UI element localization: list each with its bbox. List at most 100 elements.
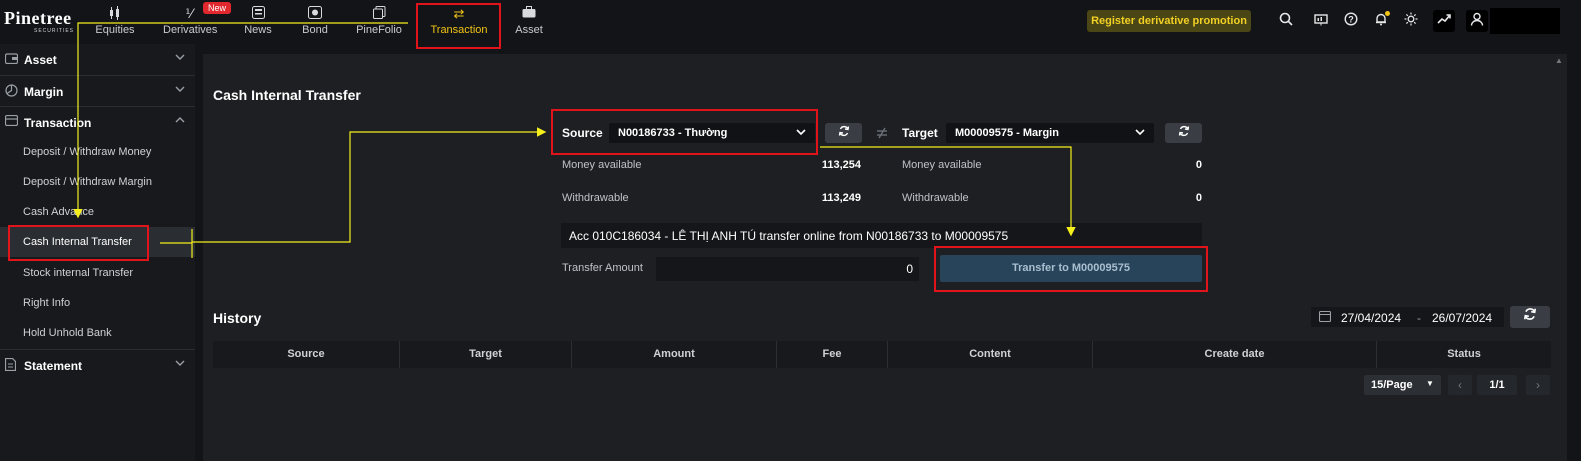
sidebar-section-statement[interactable]: Statement: [0, 350, 195, 380]
sidebar-item-deposit-withdraw-margin[interactable]: Deposit / Withdraw Margin: [0, 167, 195, 197]
bell-icon[interactable]: [1370, 10, 1392, 32]
document-icon: [4, 357, 17, 374]
bond-icon: [300, 6, 330, 22]
column-header-fee[interactable]: Fee: [777, 341, 888, 368]
nav-label: Derivatives: [163, 24, 218, 36]
sidebar-item-label: Cash Advance: [23, 206, 94, 218]
card-icon: [4, 114, 19, 129]
sidebar-item-hold-unhold-bank[interactable]: Hold Unhold Bank: [0, 318, 195, 348]
source-withdrawable-value: 113,249: [821, 192, 861, 204]
next-page-button[interactable]: ›: [1526, 375, 1550, 395]
target-account-select[interactable]: M00009575 - Margin: [946, 123, 1154, 143]
swap-icon[interactable]: [875, 127, 889, 142]
sidebar-section-margin[interactable]: Margin: [0, 76, 195, 106]
margin-icon: [5, 84, 18, 100]
source-account-value: N00186733 - Thường: [618, 127, 728, 139]
date-separator: -: [1417, 311, 1421, 325]
history-table-header: Source Target Amount Fee Content Create …: [213, 341, 1551, 368]
refresh-icon: [838, 125, 850, 140]
sidebar-item-label: Right Info: [23, 297, 71, 309]
target-money-available-label: Money available: [902, 159, 982, 171]
nav-bond[interactable]: Bond: [300, 6, 330, 38]
source-money-available-value: 113,254: [821, 159, 861, 171]
page-size-select[interactable]: 15/Page ▼: [1364, 375, 1441, 395]
history-title: History: [213, 310, 262, 326]
calendar-icon: [1318, 310, 1332, 325]
source-refresh-button[interactable]: [825, 123, 862, 143]
chevron-down-icon: [174, 51, 186, 66]
page-indicator: 1/1: [1477, 375, 1517, 395]
nav-transaction[interactable]: ⇄ Transaction: [428, 6, 490, 38]
user-account-box[interactable]: [1490, 8, 1560, 34]
briefcase-icon: [514, 6, 544, 22]
nav-label: PineFolio: [356, 24, 402, 36]
sidebar-item-label: Deposit / Withdraw Money: [23, 146, 152, 158]
help-icon[interactable]: ?: [1340, 10, 1362, 32]
svg-text:?: ?: [1348, 15, 1354, 25]
source-withdrawable-label: Withdrawable: [562, 192, 629, 204]
user-icon[interactable]: [1466, 10, 1488, 32]
sidebar-item-label: Cash Internal Transfer: [23, 236, 132, 248]
source-account-select[interactable]: N00186733 - Thường: [609, 123, 815, 143]
sidebar-section-label: Transaction: [24, 116, 92, 130]
nav-news[interactable]: News: [242, 6, 274, 38]
column-header-target[interactable]: Target: [400, 341, 572, 368]
transfer-amount-label: Transfer Amount: [562, 262, 643, 274]
column-header-source[interactable]: Source: [213, 341, 400, 368]
chevron-down-icon: [795, 126, 807, 141]
trend-icon[interactable]: [1433, 10, 1455, 32]
date-range-picker[interactable]: 27/04/2024 - 26/07/2024: [1311, 307, 1504, 327]
chart-board-icon[interactable]: [1310, 10, 1332, 32]
nav-label: Transaction: [430, 24, 488, 36]
nav-asset[interactable]: Asset: [514, 6, 544, 38]
transfer-submit-button[interactable]: Transfer to M00009575: [940, 255, 1202, 282]
chevron-up-icon: [174, 114, 186, 129]
prev-page-button[interactable]: ‹: [1448, 375, 1472, 395]
target-refresh-button[interactable]: [1165, 123, 1202, 143]
date-to-value: 26/07/2024: [1432, 311, 1493, 325]
sidebar-item-cash-advance[interactable]: Cash Advance: [0, 197, 195, 227]
target-money-available-value: 0: [1195, 159, 1202, 171]
target-withdrawable-value: 0: [1195, 192, 1202, 204]
caret-down-icon: ▼: [1426, 379, 1434, 388]
nav-label: Bond: [302, 24, 328, 36]
sidebar-item-label: Stock internal Transfer: [23, 267, 134, 279]
chevron-down-icon: [174, 83, 186, 98]
column-header-amount[interactable]: Amount: [572, 341, 777, 368]
page-size-value: 15/Page: [1371, 379, 1413, 391]
history-refresh-button[interactable]: [1510, 306, 1550, 328]
search-icon[interactable]: [1275, 10, 1297, 32]
column-header-create-date[interactable]: Create date: [1093, 341, 1377, 368]
refresh-icon: [1178, 125, 1190, 140]
nav-label: Equities: [95, 24, 135, 36]
nav-pinefolio[interactable]: PineFolio: [356, 6, 402, 38]
sidebar-item-deposit-withdraw-money[interactable]: Deposit / Withdraw Money: [0, 137, 195, 167]
candlestick-icon: [95, 6, 135, 22]
register-promotion-button[interactable]: Register derivative promotion: [1087, 10, 1251, 32]
sidebar-section-asset[interactable]: Asset: [0, 44, 195, 74]
scroll-up-icon[interactable]: ▲: [1555, 56, 1563, 65]
transfer-content-field[interactable]: Acc 010C186034 - LÊ THỊ ANH TÚ transfer …: [561, 223, 1202, 248]
source-money-available-label: Money available: [562, 159, 642, 171]
chevron-down-icon: [174, 357, 186, 372]
news-icon: [242, 6, 274, 22]
pinetree-logo[interactable]: Pinetree SECURITIES: [4, 8, 76, 36]
transfer-amount-input[interactable]: 0: [656, 257, 919, 281]
sidebar-section-transaction[interactable]: Transaction: [0, 107, 195, 137]
sidebar-section-label: Asset: [24, 53, 57, 67]
sidebar-item-stock-internal-transfer[interactable]: Stock internal Transfer: [0, 258, 195, 288]
theme-sun-icon[interactable]: [1400, 10, 1422, 32]
nav-equities[interactable]: Equities: [95, 6, 135, 38]
target-withdrawable-label: Withdrawable: [902, 192, 969, 204]
top-bar: Pinetree SECURITIES Equities ⅟ Derivativ…: [0, 0, 1581, 44]
scrollbar[interactable]: [1559, 54, 1567, 461]
sidebar-item-label: Deposit / Withdraw Margin: [23, 176, 152, 188]
sidebar-item-right-info[interactable]: Right Info: [0, 288, 195, 318]
column-header-content[interactable]: Content: [888, 341, 1093, 368]
column-header-status[interactable]: Status: [1377, 341, 1551, 368]
sidebar-item-cash-internal-transfer[interactable]: Cash Internal Transfer: [0, 227, 195, 257]
sidebar-section-label: Statement: [24, 359, 83, 373]
chevron-right-icon: ›: [1536, 378, 1540, 392]
new-badge: New: [203, 2, 232, 14]
wallet-icon: [4, 52, 19, 67]
